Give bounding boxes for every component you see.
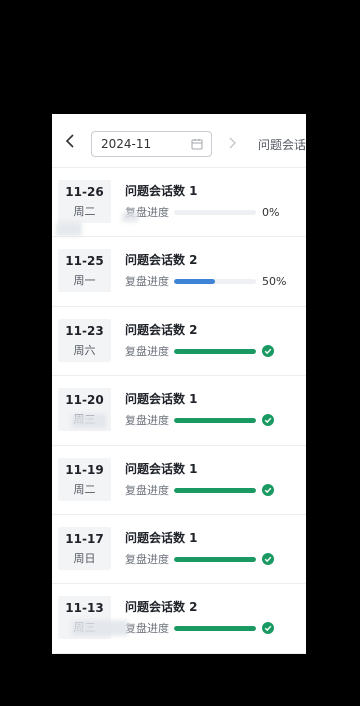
session-count-title: 问题会话数 1 [125,184,198,198]
date-label: 11-13 [65,601,104,616]
check-circle-icon [262,344,274,357]
date-badge: 11-20 周三 [58,388,111,432]
list-item[interactable]: 11-26 周二 问题会话数 1 复盘进度 0% [52,168,306,238]
progress-label: 复盘进度 [125,206,169,219]
list-item[interactable]: 11-19 周二 问题会话数 1 复盘进度 [52,446,306,515]
weekday-label: 周二 [73,482,96,496]
session-count-title: 问题会话数 1 [125,461,198,476]
date-label: 11-17 [65,531,104,546]
check-circle-icon [262,622,274,635]
progress-value: 0% [262,206,280,219]
check-circle-icon [262,483,274,496]
list-item[interactable]: 11-20 周三 问题会话数 1 复盘进度 [52,376,306,446]
date-label: 11-20 [65,393,104,408]
progress-fill [174,626,256,632]
session-count-title: 问题会话数 2 [125,322,198,337]
weekday-label: 周三 [73,413,96,427]
progress-bar [174,556,256,562]
weekday-label: 周一 [73,274,96,288]
list-item[interactable]: 11-25 周一 问题会话数 2 复盘进度 50% [52,237,306,307]
progress-fill [174,418,256,424]
check-circle-icon [262,552,274,565]
weekday-label: 周日 [73,551,96,565]
date-label: 11-26 [65,185,104,199]
progress-label: 复盘进度 [125,552,169,566]
date-badge: 11-26 周二 [58,180,111,223]
calendar-icon [191,139,203,150]
date-badge: 11-17 周日 [58,526,111,570]
progress-value: 50% [262,275,287,289]
weekday-label: 周三 [73,621,96,635]
progress-label: 复盘进度 [125,275,169,289]
date-badge: 11-23 周六 [58,318,111,362]
daily-review-panel: 2024-11 问题会话 11-26 周二 问题会话数 1 复盘进度 0% 11-25 周一… [52,114,306,654]
progress-fill [174,556,256,562]
list-item[interactable]: 11-23 周六 问题会话数 2 复盘进度 [52,307,306,377]
list-item[interactable]: 11-13 周三 问题会话数 2 复盘进度 [52,584,306,654]
chevron-right-icon [229,137,236,149]
toolbar: 2024-11 问题会话 [52,114,306,168]
progress-label: 复盘进度 [125,483,169,497]
month-value: 2024-11 [101,137,152,151]
next-button[interactable] [227,136,237,150]
progress-bar [174,487,256,493]
progress-bar [174,418,256,424]
session-count-title: 问题会话数 1 [125,530,198,545]
weekday-label: 周二 [73,205,96,218]
progress-bar [174,348,256,354]
date-label: 11-19 [65,462,104,477]
session-count-title: 问题会话数 2 [125,600,198,615]
progress-bar [174,626,256,632]
date-badge: 11-13 周三 [58,596,111,640]
check-circle-icon [262,414,274,427]
progress-bar [174,210,256,215]
progress-bar [174,279,256,285]
date-badge: 11-25 周一 [58,249,111,293]
session-count-title: 问题会话数 1 [125,392,198,407]
progress-label: 复盘进度 [125,344,169,358]
progress-label: 复盘进度 [125,414,169,428]
date-badge: 11-19 周二 [58,457,111,501]
review-list: 11-26 周二 问题会话数 1 复盘进度 0% 11-25 周一 问题会话数 2 复盘进度 50… [52,168,306,654]
date-label: 11-25 [65,254,104,269]
back-button[interactable] [64,132,78,150]
progress-label: 复盘进度 [125,622,169,636]
tab-problem-sessions[interactable]: 问题会话 [258,136,306,153]
progress-fill [174,487,256,493]
progress-fill [174,279,215,285]
chevron-left-icon [65,134,74,148]
progress-fill [174,348,256,354]
session-count-title: 问题会话数 2 [125,253,198,268]
date-label: 11-23 [65,323,104,338]
month-picker[interactable]: 2024-11 [91,131,212,157]
weekday-label: 周六 [73,343,96,357]
list-item[interactable]: 11-17 周日 问题会话数 1 复盘进度 [52,515,306,585]
